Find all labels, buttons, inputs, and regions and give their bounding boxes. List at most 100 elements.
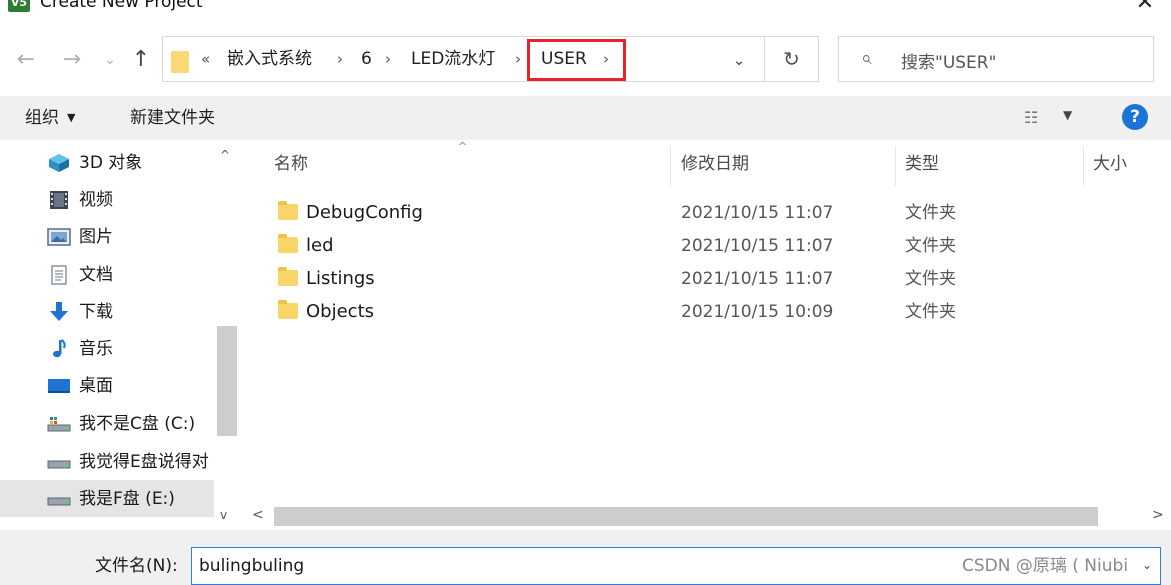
scroll-left-icon[interactable]: < [252,507,264,523]
desktop-icon [48,379,70,393]
folder-icon [278,234,298,253]
sidebar-item-label: 桌面 [79,376,113,396]
folder-icon [278,300,298,319]
sidebar-item-documents[interactable]: 文档 [0,256,214,293]
file-modified: 2021/10/15 11:07 [681,269,834,289]
file-type: 文件夹 [905,203,956,223]
sidebar-item-desktop[interactable]: 桌面 [0,367,214,404]
crumb-separator[interactable]: › [337,47,343,71]
crumb-embedded-systems[interactable]: 嵌入式系统 [227,47,312,71]
sidebar-item-label: 我觉得E盘说得对 [79,452,209,472]
scroll-down-icon[interactable]: v [220,508,227,522]
file-row[interactable]: led 2021/10/15 11:07 文件夹 [244,229,1171,262]
crumb-separator[interactable]: › [515,47,521,71]
sidebar-item-drive-c[interactable]: 我不是C盘 (C:) [0,405,214,442]
chevron-down-icon[interactable]: ▼ [1063,108,1072,122]
refresh-button[interactable]: ↻ [765,36,819,82]
search-box[interactable]: ⌕ 搜索"USER" [838,36,1154,82]
column-header-name[interactable]: 名称 [274,152,308,176]
chevron-down-icon: ▼ [67,111,76,124]
scroll-right-icon[interactable]: > [1152,507,1164,523]
column-divider[interactable] [895,146,896,186]
help-icon[interactable]: ? [1122,104,1148,130]
overflow-chevron[interactable]: « [201,47,210,71]
window-title: Create New Project [40,0,203,12]
scrollbar-thumb[interactable] [274,507,1098,526]
app-icon: V5 [8,0,30,12]
column-header-type[interactable]: 类型 [905,152,939,176]
crumb-6[interactable]: 6 [361,47,372,71]
scroll-up-icon[interactable]: ^ [220,148,230,162]
address-dropdown-button[interactable]: ⌄ [723,45,755,75]
file-modified: 2021/10/15 11:07 [681,203,834,223]
recent-locations-button[interactable]: ⌄ [96,44,124,76]
picture-icon [47,228,71,246]
view-options-icon[interactable]: ☷ [1024,108,1050,128]
search-icon: ⌕ [861,47,872,69]
sidebar-item-label: 文档 [79,265,113,285]
address-bar[interactable]: « 嵌入式系统 › 6 › LED流水灯 › USER › ⌄ [162,36,765,82]
crumb-led-flowing-light[interactable]: LED流水灯 [411,47,495,71]
sidebar-item-label: 视频 [79,190,113,210]
close-button[interactable]: ✕ [1128,0,1162,14]
organize-menu[interactable]: 组织 ▼ [25,106,75,130]
title-bar: V5 Create New Project ✕ [0,0,1171,18]
file-name: Listings [306,268,375,289]
column-divider[interactable] [1083,146,1084,186]
scrollbar-thumb[interactable] [217,326,237,436]
file-type: 文件夹 [905,269,956,289]
sidebar-item-pictures[interactable]: 图片 [0,218,214,255]
watermark-text: CSDN @原璃 ( Niubi [962,556,1129,576]
up-button[interactable]: ↑ [127,44,155,76]
highlight-box [527,39,626,81]
sidebar-item-label: 我不是C盘 (C:) [79,414,196,434]
new-folder-button[interactable]: 新建文件夹 [130,106,215,130]
toolbar: 组织 ▼ 新建文件夹 ☷ ▼ ? [0,96,1171,140]
file-list: ^ 名称 修改日期 类型 大小 DebugConfig 2021/10/15 1… [244,140,1171,505]
sidebar-item-drive-f[interactable]: 我是F盘 (E:) [0,480,214,517]
drive-icon [47,417,71,432]
sidebar-item-label: 下载 [79,302,113,322]
filename-label: 文件名(N): [95,556,178,576]
file-name: DebugConfig [306,202,423,223]
sidebar-item-label: 图片 [79,227,113,247]
file-row[interactable]: Listings 2021/10/15 11:07 文件夹 [244,262,1171,295]
column-divider[interactable] [670,146,671,186]
sidebar-item-music[interactable]: 音乐 [0,330,214,367]
sidebar-item-label: 音乐 [79,339,113,359]
sidebar-item-label: 我是F盘 (E:) [79,489,175,509]
sidebar-item-videos[interactable]: 视频 [0,181,214,218]
column-header-size[interactable]: 大小 [1093,152,1127,176]
file-row[interactable]: Objects 2021/10/15 10:09 文件夹 [244,295,1171,328]
file-row[interactable]: DebugConfig 2021/10/15 11:07 文件夹 [244,196,1171,229]
music-icon [53,339,66,358]
file-name: led [306,235,334,256]
crumb-separator[interactable]: › [385,47,391,71]
file-type: 文件夹 [905,236,956,256]
search-placeholder[interactable]: 搜索"USER" [901,48,996,73]
column-header-modified[interactable]: 修改日期 [681,152,749,176]
sidebar-scrollbar[interactable]: ^ v [214,140,240,530]
sidebar-item-downloads[interactable]: 下载 [0,293,214,330]
sidebar-item-3d-objects[interactable]: 3D 对象 [0,144,214,181]
drive-icon [47,460,71,469]
video-icon [50,191,68,209]
file-modified: 2021/10/15 11:07 [681,236,834,256]
filename-bar: 文件名(N): CSDN @原璃 ( Niubi ⌄ [0,530,1171,585]
sidebar-item-label: 3D 对象 [79,153,143,173]
organize-label: 组织 [25,108,59,128]
download-icon [50,302,68,321]
chevron-down-icon[interactable]: ⌄ [1142,558,1152,572]
file-modified: 2021/10/15 10:09 [681,302,834,322]
forward-button[interactable]: → [58,44,86,76]
drive-icon [47,497,71,506]
sidebar-item-drive-e-says[interactable]: 我觉得E盘说得对 [0,443,214,480]
file-name: Objects [306,301,375,322]
folder-icon [278,201,298,220]
cube-icon [49,154,69,172]
back-button[interactable]: ← [12,44,40,76]
navigation-pane: 3D 对象 视频 图片 文档 下载 音乐 桌面 我不是C盘 (C:) 我觉得E盘… [0,140,240,530]
file-type: 文件夹 [905,302,956,322]
horizontal-scrollbar[interactable]: < > [244,505,1171,529]
sort-indicator-icon: ^ [458,140,468,153]
